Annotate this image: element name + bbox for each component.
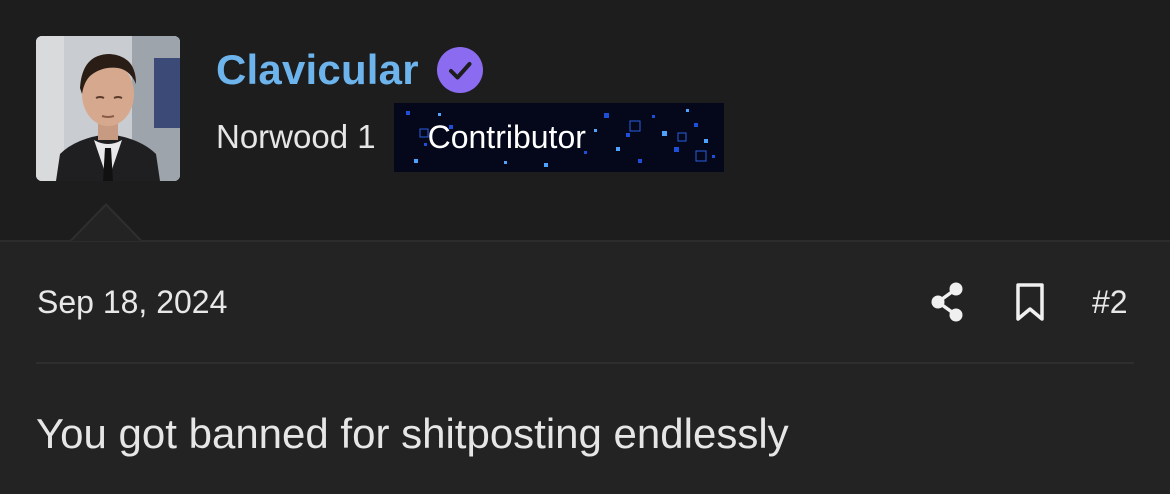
bookmark-icon	[1016, 283, 1044, 321]
avatar[interactable]	[36, 36, 180, 181]
post-number-link[interactable]: #2	[1092, 280, 1128, 324]
avatar-image	[36, 36, 180, 181]
verified-check-icon	[436, 47, 483, 93]
post-message: You got banned for shitposting endlessly	[36, 410, 789, 457]
user-title-banner: Contributor	[393, 102, 724, 172]
user-title-label: Contributor	[427, 118, 586, 155]
header-pointer	[72, 206, 140, 241]
username-link[interactable]: Clavicular	[216, 46, 419, 94]
user-meta-row: Norwood 1 Contributor	[216, 102, 724, 172]
forum-post: Clavicular Norwood 1 Contributor Sep 18,…	[0, 0, 1170, 494]
user-location: Norwood 1	[216, 118, 376, 155]
share-button[interactable]	[928, 280, 968, 324]
username-row: Clavicular	[216, 42, 483, 98]
user-header: Clavicular Norwood 1 Contributor	[0, 0, 1170, 240]
header-divider	[0, 240, 1170, 242]
share-icon	[931, 282, 963, 322]
post-date[interactable]: Sep 18, 2024	[37, 280, 227, 324]
post-divider	[36, 362, 1134, 364]
bookmark-button[interactable]	[1010, 280, 1050, 324]
